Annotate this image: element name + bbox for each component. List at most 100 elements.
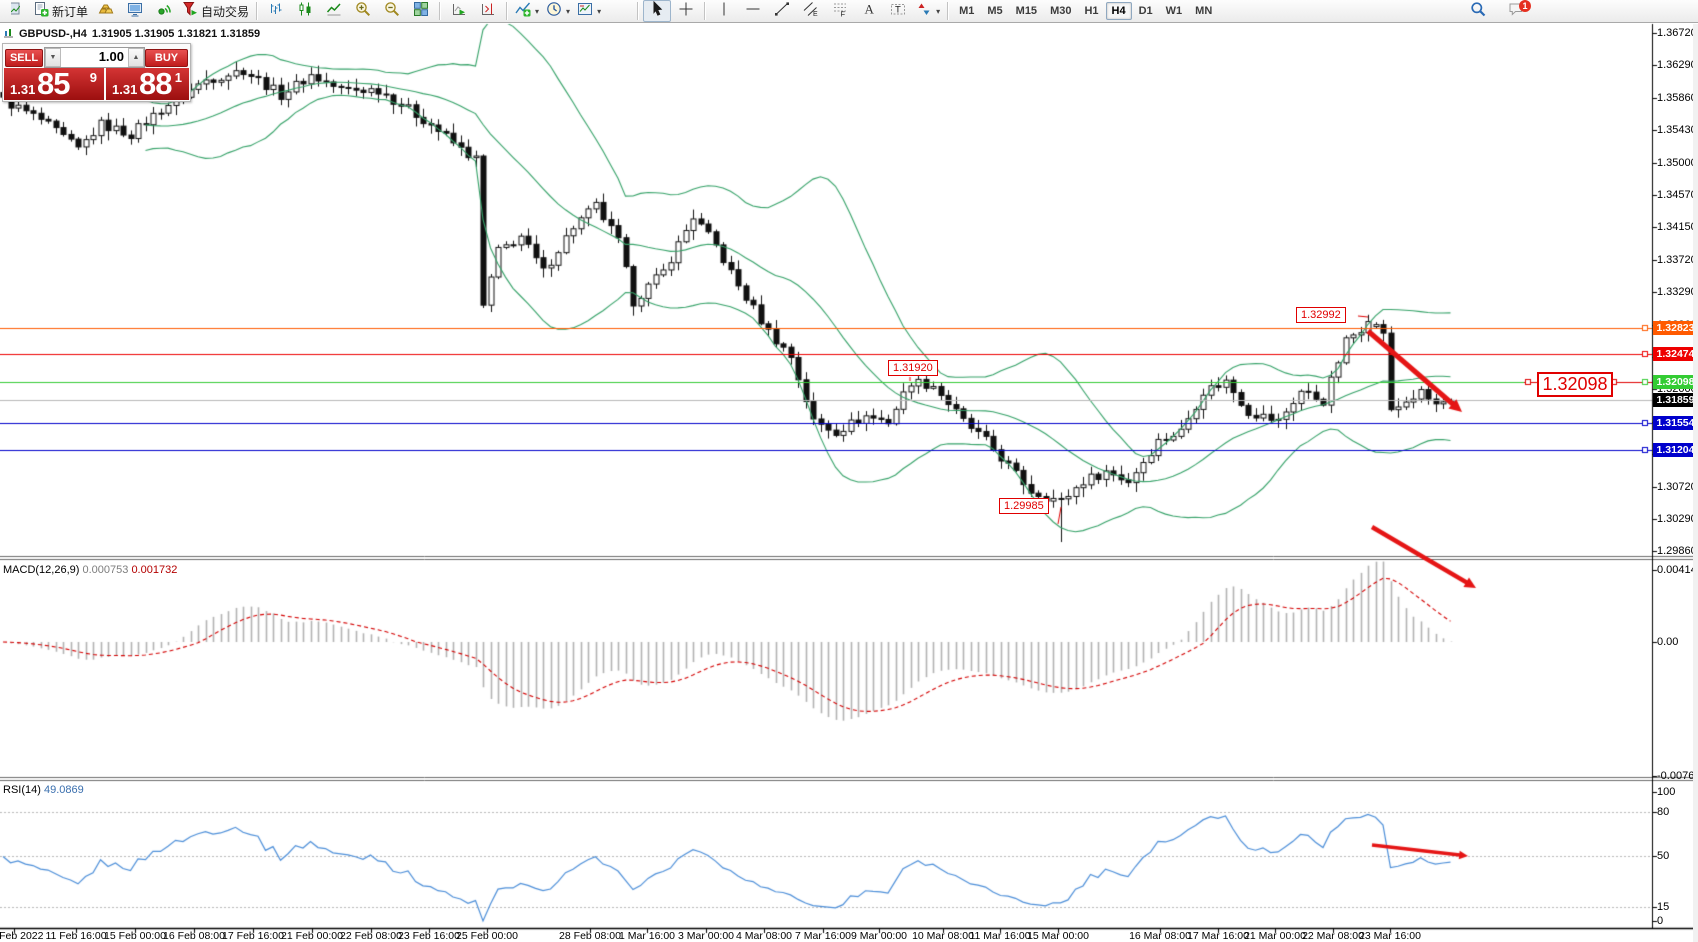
timeframe-button-h4[interactable]: H4 <box>1106 2 1132 20</box>
hline-icon <box>745 1 761 22</box>
line-chart-icon <box>326 1 342 22</box>
new-order-button <box>33 1 49 22</box>
macd-signal-value: 0.001732 <box>131 564 177 576</box>
shapes-icon <box>916 1 932 22</box>
cursor-icon[interactable] <box>643 0 671 22</box>
sell-price-panel[interactable]: 1.31 85 9 <box>4 68 104 100</box>
tile-windows-icon <box>413 1 429 22</box>
chart-shift-icon[interactable] <box>474 0 502 22</box>
buy-price-sup: 1 <box>175 70 182 85</box>
timeframe-button-m1[interactable]: M1 <box>953 2 980 20</box>
candlestick-icon[interactable] <box>291 0 319 22</box>
indicators-icon[interactable]: ▾ <box>512 0 542 22</box>
text-icon: A <box>861 1 877 22</box>
buy-price-big: 88 <box>139 66 171 102</box>
timeframe-button-m30[interactable]: M30 <box>1044 2 1077 20</box>
rsi-indicator-label: RSI(14) 49.0869 <box>3 784 84 796</box>
templates-icon[interactable]: ▾ <box>574 0 604 22</box>
chart-ohlc-values: 1.31905 1.31905 1.31821 1.31859 <box>92 28 260 40</box>
price-annotation[interactable]: 1.31920 <box>888 360 938 376</box>
chart-shift-icon <box>480 1 496 22</box>
toolbar-right-tools: 1 <box>1464 0 1530 22</box>
volume-stepper[interactable]: ▼ 1.00 ▲ <box>44 47 145 68</box>
periods-icon <box>546 1 562 22</box>
toolbar-separator <box>637 2 639 20</box>
gold-icon[interactable] <box>92 0 120 22</box>
main-toolbar: 新订单自动交易▾▾▾EFAT▾M1M5M15M30H1H4D1W1MN1 <box>0 0 1698 23</box>
zoom-in-icon[interactable] <box>349 0 377 22</box>
toolbar-separator <box>256 2 258 20</box>
text-icon[interactable]: A <box>855 0 883 22</box>
terminal-icon[interactable] <box>121 0 149 22</box>
sell-price-small: 1.31 <box>10 82 35 97</box>
channel-icon[interactable]: E <box>797 0 825 22</box>
time-axis[interactable] <box>0 928 1652 942</box>
trendline-icon[interactable] <box>768 0 796 22</box>
svg-text:E: E <box>813 11 818 17</box>
volume-decrease-button[interactable]: ▼ <box>45 48 61 67</box>
sell-price-big: 85 <box>37 66 69 102</box>
templates-icon <box>577 1 593 22</box>
macd-main-value: 0.000753 <box>82 564 128 576</box>
new-order-button[interactable]: 新订单 <box>30 0 91 22</box>
search-icon <box>1470 1 1486 22</box>
label-icon[interactable]: T <box>884 0 912 22</box>
volume-value[interactable]: 1.00 <box>61 48 128 67</box>
buy-button[interactable]: BUY <box>145 49 188 67</box>
timeframe-button-w1[interactable]: W1 <box>1160 2 1189 20</box>
hline-icon[interactable] <box>739 0 767 22</box>
chart-canvas[interactable] <box>0 0 1698 942</box>
fibonacci-icon[interactable]: F <box>826 0 854 22</box>
toolbar-separator <box>704 2 706 20</box>
channel-icon: E <box>803 1 819 22</box>
auto-scroll-icon[interactable] <box>445 0 473 22</box>
gold-icon <box>98 1 114 22</box>
crosshair-icon <box>678 1 694 22</box>
macd-indicator-label: MACD(12,26,9) 0.000753 0.001732 <box>3 564 177 576</box>
timeframe-button-m5[interactable]: M5 <box>981 2 1008 20</box>
toolbar-separator <box>506 2 508 20</box>
bar-chart-icon[interactable] <box>262 0 290 22</box>
tile-windows-icon[interactable] <box>407 0 435 22</box>
timeframe-button-h1[interactable]: H1 <box>1078 2 1104 20</box>
timeframe-button-d1[interactable]: D1 <box>1133 2 1159 20</box>
vline-icon[interactable] <box>710 0 738 22</box>
label-icon: T <box>890 1 906 22</box>
shapes-icon[interactable]: ▾ <box>913 0 943 22</box>
signal-icon[interactable] <box>150 0 178 22</box>
candlestick-icon <box>297 1 313 22</box>
sell-button[interactable]: SELL <box>5 49 43 67</box>
sell-price-sup: 9 <box>90 70 97 85</box>
one-click-trade-panel: SELL ▼ 1.00 ▲ BUY 1.31 85 9 1.31 88 1 <box>2 43 191 102</box>
auto-scroll-icon <box>451 1 467 22</box>
buy-price-panel[interactable]: 1.31 88 1 <box>106 68 189 100</box>
edge-partial-icon[interactable] <box>1 0 29 22</box>
volume-increase-button[interactable]: ▲ <box>128 48 144 67</box>
price-annotation[interactable]: 1.32992 <box>1296 307 1346 323</box>
price-target-annotation[interactable]: 1.32098 <box>1537 372 1613 397</box>
chat-button[interactable]: 1 <box>1502 0 1530 22</box>
line-chart-icon[interactable] <box>320 0 348 22</box>
indicators-icon <box>515 1 531 22</box>
svg-text:A: A <box>865 1 875 16</box>
search-button[interactable] <box>1464 0 1492 22</box>
chart-symbol-title: GBPUSD-,H4 <box>19 28 87 40</box>
vline-icon <box>716 1 732 22</box>
signal-icon <box>156 1 172 22</box>
chart-title-row: GBPUSD-,H4 1.31905 1.31905 1.31821 1.318… <box>3 27 260 41</box>
crosshair-icon[interactable] <box>672 0 700 22</box>
price-annotation[interactable]: 1.29985 <box>999 498 1049 514</box>
auto-trading-button[interactable]: 自动交易 <box>179 0 252 22</box>
timeframe-button-m15[interactable]: M15 <box>1010 2 1043 20</box>
toolbar-separator <box>439 2 441 20</box>
svg-text:T: T <box>895 4 901 15</box>
price-axis[interactable] <box>1652 24 1698 928</box>
periods-icon[interactable]: ▾ <box>543 0 573 22</box>
zoom-in-icon <box>355 1 371 22</box>
timeframe-button-mn[interactable]: MN <box>1189 2 1218 20</box>
chat-icon: 1 <box>1508 1 1524 22</box>
zoom-out-icon <box>384 1 400 22</box>
window-edge-strip <box>1693 24 1698 942</box>
zoom-out-icon[interactable] <box>378 0 406 22</box>
chart-symbol-icon <box>3 27 14 41</box>
